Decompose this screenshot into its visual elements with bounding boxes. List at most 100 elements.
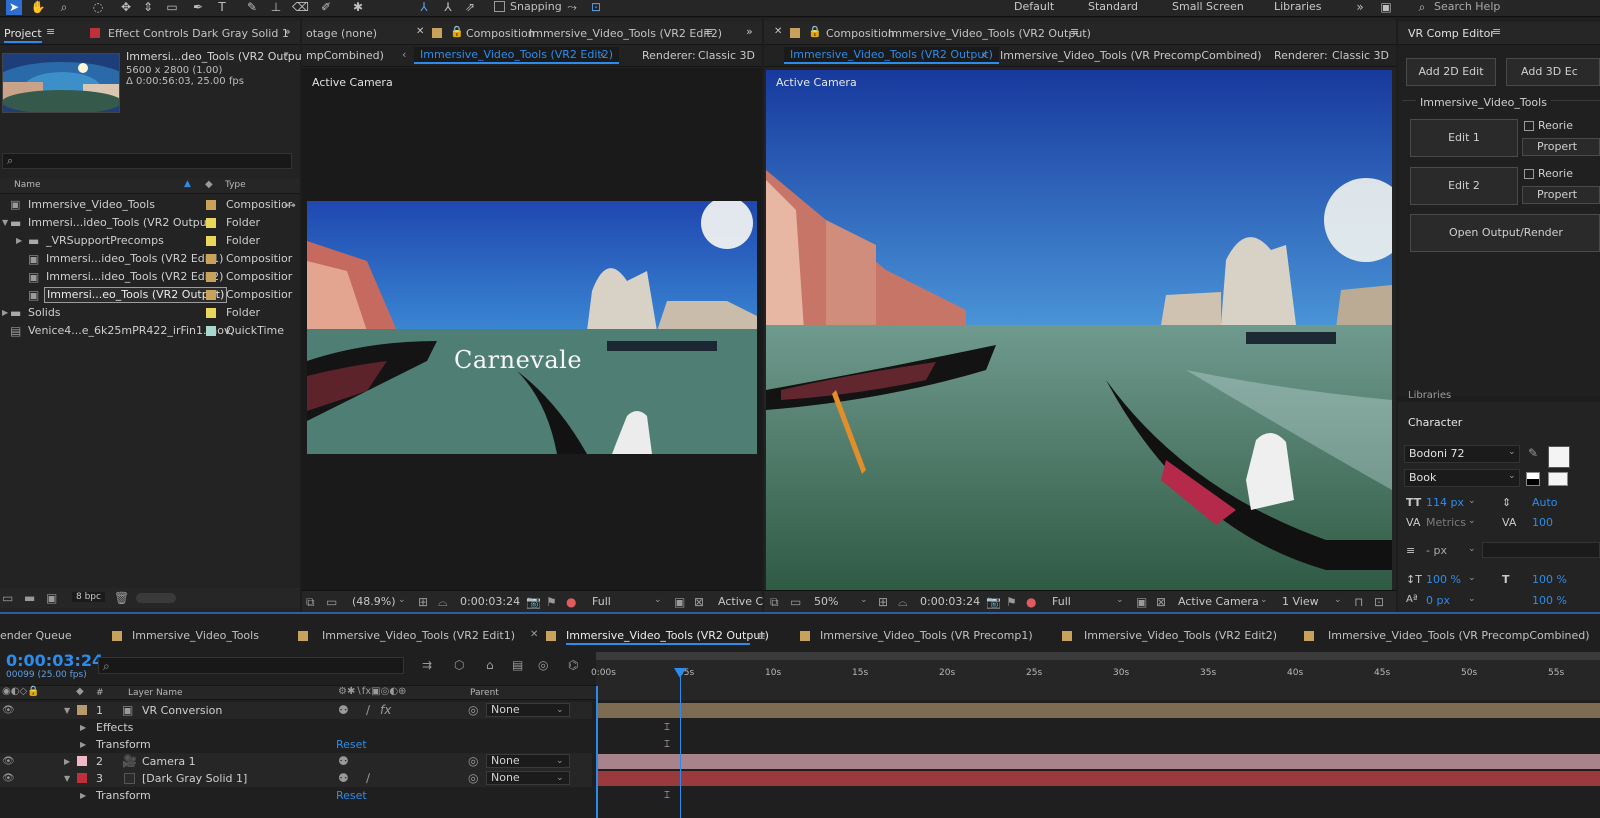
layer-property-row[interactable]: ▶ Transform Reset (0, 787, 592, 804)
visibility-eye-icon[interactable]: 👁 (2, 770, 15, 787)
column-layer-name[interactable]: Layer Name (128, 688, 183, 698)
playhead-handle-icon[interactable] (674, 668, 686, 678)
time-ruler[interactable] (596, 652, 1600, 700)
trash-icon[interactable]: 🗑 (114, 591, 129, 605)
nav-active-comp[interactable]: Immersive_Video_Tools (VR2 Edit2) (414, 47, 619, 64)
shy-layers-icon[interactable]: ⌂ (486, 658, 494, 672)
close-tab-icon[interactable]: ✕ (530, 629, 538, 640)
eraser-tool-icon[interactable]: ⌫ (292, 0, 309, 15)
layer-bar-camera[interactable] (598, 754, 1600, 769)
viewer-right-canvas[interactable]: Active Camera (766, 70, 1392, 590)
stroke-width-value[interactable]: - px (1426, 544, 1447, 557)
tab-project[interactable]: Project (4, 27, 42, 40)
properties-button-2[interactable]: Propert (1522, 186, 1600, 204)
brush-tool-icon[interactable]: ✎ (244, 0, 260, 15)
fill-color-swatch[interactable] (1548, 446, 1570, 468)
keyframe-marker[interactable]: ⌶ (664, 739, 670, 750)
layer-label-swatch[interactable] (77, 756, 87, 766)
reset-link[interactable]: Reset (336, 787, 367, 804)
label-swatch[interactable] (206, 308, 216, 318)
timeline-current-time[interactable]: 0:00:03:24 (6, 651, 103, 670)
layer-bar-vr-conversion[interactable] (598, 703, 1600, 718)
reorient-checkbox-1[interactable]: Reorie (1524, 119, 1573, 132)
lock-icon[interactable]: 🔒 (808, 25, 822, 38)
orbit-tool-icon[interactable]: ◌ (90, 0, 106, 15)
horizontal-scale-value[interactable]: 100 % (1532, 573, 1567, 586)
region-of-interest-icon[interactable]: ▣ (674, 595, 685, 609)
close-tab-icon[interactable]: ✕ (416, 26, 424, 37)
mask-visibility-icon[interactable]: ⌓ (438, 595, 448, 610)
chevron-left-icon[interactable]: ‹ (402, 48, 406, 61)
comp-mini-flowchart-icon[interactable]: ⇉ (422, 658, 432, 672)
rectangle-tool-icon[interactable]: ▭ (164, 0, 180, 15)
channel-icon[interactable]: ● (1026, 595, 1036, 609)
draft-3d-icon[interactable]: ⬡ (454, 658, 464, 672)
character-title[interactable]: Character (1408, 416, 1462, 429)
always-preview-icon[interactable]: ⧉ (306, 595, 315, 610)
layer-label-swatch[interactable] (77, 773, 87, 783)
panel-menu-icon[interactable]: ≡ (704, 25, 713, 38)
sort-ascending-icon[interactable]: ▲ (184, 179, 191, 189)
show-snapshot-icon[interactable]: ⚑ (546, 595, 557, 609)
property-group-name[interactable]: Effects (96, 719, 133, 736)
resolution-grid-icon[interactable]: ⊞ (878, 595, 888, 609)
default-colors-icon[interactable] (1526, 472, 1540, 486)
new-folder-icon[interactable]: ▬ (24, 591, 35, 605)
chevron-left-icon[interactable]: ‹ (600, 48, 604, 61)
kerning-value[interactable]: Metrics (1426, 516, 1466, 529)
tab-composition-name[interactable]: Immersive_Video_Tools (VR2 Edit2) (529, 27, 722, 40)
open-output-render-button[interactable]: Open Output/Render (1410, 214, 1600, 252)
dolly-tool-icon[interactable]: ⇕ (140, 0, 156, 15)
pickwhip-icon[interactable]: ◎ (468, 753, 478, 770)
quality-switch-icon[interactable]: ∕ (366, 702, 370, 719)
monitor-icon[interactable]: ▭ (326, 595, 337, 609)
snapshot-icon[interactable]: 📷 (986, 595, 1001, 609)
layer-row[interactable]: 👁 ▼ 1 ▣ VR Conversion ⚉ ∕ fx ◎ None ⌄ (0, 702, 592, 719)
label-swatch[interactable] (206, 272, 216, 282)
flowchart-icon[interactable]: ⊶ (284, 196, 296, 214)
tab-timeline-comp[interactable]: Immersive_Video_Tools (VR2 Edit2) (1084, 629, 1277, 642)
layer-bar-solid[interactable] (598, 771, 1600, 786)
show-snapshot-icon[interactable]: ⚑ (1006, 595, 1017, 609)
tab-footage[interactable]: otage (none) (306, 27, 377, 40)
pan-tool-icon[interactable]: ✥ (118, 0, 134, 15)
edit2-button[interactable]: Edit 2 (1410, 167, 1518, 205)
playhead-line[interactable] (680, 672, 681, 818)
collapse-arrow-icon[interactable]: ▶ (64, 753, 70, 770)
region-of-interest-icon[interactable]: ▣ (1136, 595, 1147, 609)
shy-switch-icon[interactable]: ⚉ (338, 770, 349, 787)
expand-arrow-icon[interactable]: ▼ (2, 214, 8, 232)
label-swatch[interactable] (206, 326, 216, 336)
chevron-left-icon[interactable]: ‹ (982, 48, 986, 61)
selected-dropdown-icon[interactable]: ▾ (284, 50, 289, 60)
layer-name[interactable]: Camera 1 (142, 753, 196, 770)
current-time[interactable]: 0:00:03:24 (460, 595, 520, 608)
keyframe-marker[interactable]: ⌶ (664, 790, 670, 801)
panel-menu-icon[interactable]: ≡ (756, 629, 766, 643)
add-2d-edit-button[interactable]: Add 2D Edit (1406, 58, 1496, 86)
layer-property-row[interactable]: ▶ Transform Reset (0, 736, 592, 753)
clone-stamp-icon[interactable]: ⊥ (268, 0, 284, 15)
switches-icon[interactable]: ⚙✱∖fx▣◎◐⊕ (338, 686, 406, 697)
tab-composition-label[interactable]: Composition (466, 27, 535, 40)
vertical-scale-value[interactable]: 100 % (1426, 573, 1461, 586)
tab-composition-label[interactable]: Composition (826, 27, 895, 40)
label-swatch[interactable] (206, 218, 216, 228)
column-name[interactable]: Name (14, 180, 41, 190)
collapse-arrow-icon[interactable]: ▶ (16, 232, 22, 250)
chevron-left-icon[interactable]: ‹ (1240, 48, 1244, 61)
av-features-icon[interactable]: ◉◐◇🔒 (2, 686, 40, 697)
no-stroke-icon[interactable] (1548, 472, 1568, 486)
label-swatch[interactable] (206, 236, 216, 246)
layer-row[interactable]: 👁 ▶ 2 🎥 Camera 1 ⚉ ◎ None ⌄ (0, 753, 592, 770)
collapse-arrow-icon[interactable]: ▶ (80, 787, 86, 804)
workspace-libraries[interactable]: Libraries (1274, 0, 1322, 13)
work-area-bar[interactable] (596, 652, 1600, 660)
panel-menu-icon[interactable]: ≡ (46, 25, 55, 38)
frame-blending-icon[interactable]: ▤ (512, 658, 523, 672)
resolution-dropdown[interactable]: Full (1052, 595, 1071, 608)
world-axis-icon[interactable]: ⅄ (440, 0, 456, 15)
motion-blur-icon[interactable]: ◎ (538, 658, 548, 672)
transparency-grid-icon[interactable]: ⊠ (1156, 595, 1166, 609)
libraries-panel-label[interactable]: Libraries (1408, 390, 1451, 401)
